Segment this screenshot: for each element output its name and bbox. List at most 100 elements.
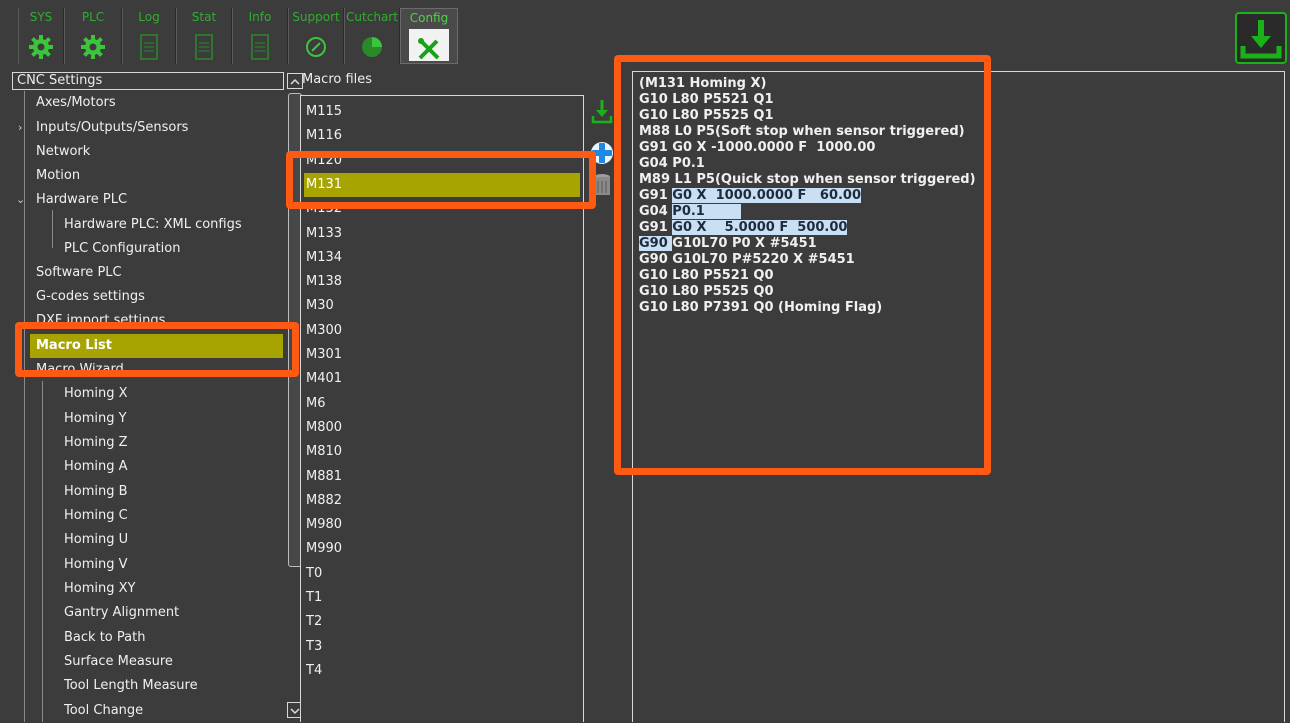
code-line: G91 G0 X -1000.0000 F 1000.00 <box>639 140 876 155</box>
macro-item-m980[interactable]: M980 <box>304 513 580 537</box>
tab-support[interactable]: Support <box>288 8 344 64</box>
gauge-icon <box>306 37 326 57</box>
tree-item-software-plc[interactable]: Software PLC <box>36 261 122 285</box>
delete-icon[interactable] <box>590 171 614 199</box>
macro-item-m115[interactable]: M115 <box>304 100 580 124</box>
document-icon <box>195 34 213 60</box>
tab-label: Log <box>138 10 160 24</box>
selected-code-text: P0.1 <box>672 204 742 219</box>
collapse-arrow-icon[interactable]: ⌄ <box>16 188 25 212</box>
selected-code-text: G90 <box>639 236 673 251</box>
tree-item-homing-c[interactable]: Homing C <box>64 504 128 528</box>
code-line: G04 P0.1 <box>639 204 976 220</box>
tree-item-homing-a[interactable]: Homing A <box>64 455 128 479</box>
tree-item-hardware-plc-xml[interactable]: Hardware PLC: XML configs <box>64 213 242 237</box>
code-line: M88 L0 P5(Soft stop when sensor triggere… <box>639 124 965 139</box>
tab-stat[interactable]: Stat <box>176 8 232 64</box>
tree-header: CNC Settings <box>12 72 284 90</box>
macro-item-m800[interactable]: M800 <box>304 416 580 440</box>
tab-label: Support <box>292 10 340 24</box>
tree-item-inputs-outputs[interactable]: Inputs/Outputs/Sensors <box>36 116 188 140</box>
tree-item-back-to-path[interactable]: Back to Path <box>64 626 145 650</box>
macro-item-m131[interactable]: M131 <box>304 172 580 197</box>
tree-item-network[interactable]: Network <box>36 140 90 164</box>
tree-item-plc-configuration[interactable]: PLC Configuration <box>64 237 180 261</box>
macro-item-m120[interactable]: M120 <box>304 149 580 173</box>
code-line: G10 L80 P5521 Q0 <box>639 268 774 283</box>
tree-item-tool-change[interactable]: Tool Change <box>64 699 143 723</box>
macro-item-t3[interactable]: T3 <box>304 635 580 659</box>
tree-item-homing-u[interactable]: Homing U <box>64 528 128 552</box>
macro-item-m990[interactable]: M990 <box>304 537 580 561</box>
tree-item-macro-wizard[interactable]: Macro Wizard <box>36 358 124 382</box>
tree-item-homing-z[interactable]: Homing Z <box>64 431 128 455</box>
code-line-rest: G10L70 P0 X #5451 <box>672 236 817 251</box>
tree-item-dxf-import[interactable]: DXF import settings <box>36 309 165 333</box>
macro-item-m6[interactable]: M6 <box>304 392 580 416</box>
macro-item-m132[interactable]: M132 <box>304 197 580 221</box>
macro-item-m134[interactable]: M134 <box>304 246 580 270</box>
macro-files-list[interactable]: M115 M116 M120 M131 M132 M133 M134 M138 M30 M300 M… <box>300 95 584 722</box>
macro-item-m138[interactable]: M138 <box>304 270 580 294</box>
tab-plc[interactable]: PLC <box>64 8 122 64</box>
code-line: G10 L80 P7391 Q0 (Homing Flag) <box>639 300 883 315</box>
macro-item-m300[interactable]: M300 <box>304 319 580 343</box>
macro-item-m133[interactable]: M133 <box>304 222 580 246</box>
macro-item-t2[interactable]: T2 <box>304 610 580 634</box>
tab-info[interactable]: Info <box>232 8 288 64</box>
download-save-icon[interactable] <box>1235 12 1287 64</box>
tree-connector <box>42 381 43 722</box>
code-line: G10 L80 P5521 Q1 <box>639 92 774 107</box>
tab-config[interactable]: Config <box>400 8 458 64</box>
macro-item-m882[interactable]: M882 <box>304 489 580 513</box>
tab-cutchart[interactable]: Cutchart <box>344 8 400 64</box>
tab-label: PLC <box>81 10 105 24</box>
tree-connector <box>24 91 25 722</box>
tree-item-macro-list[interactable]: Macro List <box>30 334 283 358</box>
tools-icon <box>418 38 440 60</box>
tab-label: SYS <box>29 10 53 24</box>
tab-sys[interactable]: SYS <box>18 8 64 64</box>
macro-item-t1[interactable]: T1 <box>304 586 580 610</box>
code-line: G91 G0 X 5.0000 F 500.00 <box>639 220 976 236</box>
macro-item-m301[interactable]: M301 <box>304 343 580 367</box>
tree-item-hardware-plc[interactable]: Hardware PLC <box>36 188 127 212</box>
macro-files-label: Macro files <box>302 72 373 87</box>
macro-item-m30[interactable]: M30 <box>304 294 580 318</box>
download-icon[interactable] <box>590 97 614 125</box>
tree-item-axes-motors[interactable]: Axes/Motors <box>36 91 116 115</box>
code-line: (M131 Homing X) <box>639 76 767 91</box>
expand-arrow-icon[interactable]: › <box>18 116 22 140</box>
code-line: M89 L1 P5(Quick stop when sensor trigger… <box>639 172 976 187</box>
tree-item-homing-v[interactable]: Homing V <box>64 553 128 577</box>
code-line: G04 P0.1 <box>639 156 705 171</box>
tree-item-motion[interactable]: Motion <box>36 164 80 188</box>
code-line: G91 G0 X 1000.0000 F 60.00 <box>639 188 976 204</box>
add-icon[interactable] <box>590 139 614 167</box>
macro-item-m881[interactable]: M881 <box>304 465 580 489</box>
tab-label: Stat <box>191 10 217 24</box>
tab-log[interactable]: Log <box>122 8 176 64</box>
tree-item-homing-xy[interactable]: Homing XY <box>64 577 135 601</box>
code-text[interactable]: (M131 Homing X) G10 L80 P5521 Q1 G10 L80 P… <box>639 76 976 316</box>
chevron-up-icon <box>290 78 300 85</box>
tree-item-gcodes-settings[interactable]: G-codes settings <box>36 285 145 309</box>
document-icon <box>251 34 269 60</box>
tree-item-gantry-alignment[interactable]: Gantry Alignment <box>64 601 179 625</box>
macro-item-t0[interactable]: T0 <box>304 562 580 586</box>
tree-item-homing-y[interactable]: Homing Y <box>64 407 127 431</box>
tree-item-homing-x[interactable]: Homing X <box>64 382 128 406</box>
settings-tree: CNC Settings › ⌄ Axes/Motors Inputs/Outp… <box>10 71 303 723</box>
macro-code-editor[interactable]: (M131 Homing X) G10 L80 P5521 Q1 G10 L80 P… <box>632 71 1285 722</box>
macro-item-m810[interactable]: M810 <box>304 440 580 464</box>
selected-code-text: G0 X 1000.0000 F 60.00 <box>672 188 862 203</box>
tree-item-surface-measure[interactable]: Surface Measure <box>64 650 173 674</box>
macro-item-m116[interactable]: M116 <box>304 124 580 148</box>
macro-item-m401[interactable]: M401 <box>304 367 580 391</box>
tree-item-tool-length-measure[interactable]: Tool Length Measure <box>64 674 198 698</box>
tree-item-homing-b[interactable]: Homing B <box>64 480 128 504</box>
macro-item-t4[interactable]: T4 <box>304 659 580 683</box>
code-line-prefix: G91 <box>639 220 673 235</box>
scroll-up-button[interactable] <box>287 73 303 89</box>
code-line-prefix: G91 <box>639 188 673 203</box>
